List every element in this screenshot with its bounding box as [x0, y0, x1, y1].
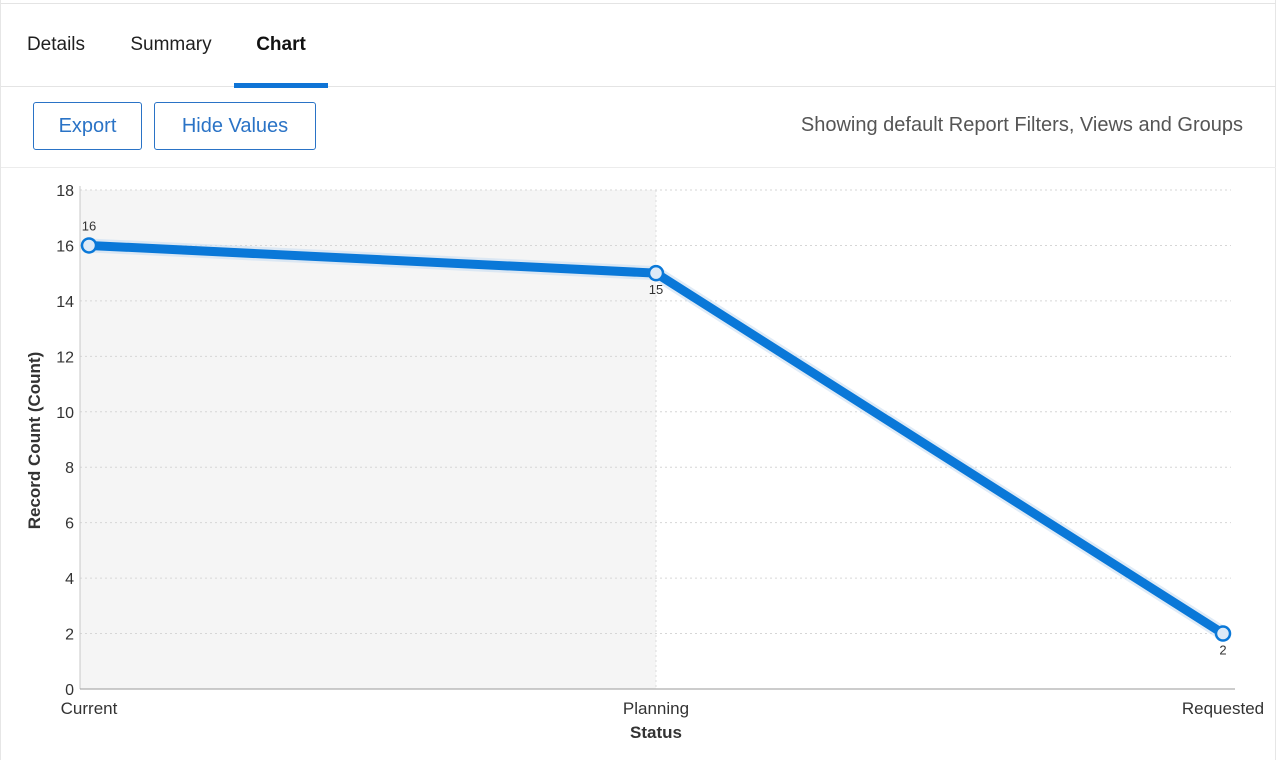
tab-bar: Details Summary Chart	[1, 4, 1276, 88]
y-tick-label: 8	[65, 460, 74, 477]
tab-details[interactable]: Details	[19, 4, 93, 86]
tab-chart[interactable]: Chart	[234, 4, 328, 86]
y-tick-label: 16	[56, 238, 74, 255]
y-tick-label: 4	[65, 571, 74, 588]
hide-values-button[interactable]: Hide Values	[154, 102, 316, 150]
x-axis-title: Status	[630, 723, 682, 742]
chart-area: 0 2 4 6 8 10 12 14 16 18 Current Planning Requested S…	[1, 168, 1276, 760]
report-panel: Details Summary Chart Export Hide Values…	[0, 0, 1276, 760]
y-tick-label: 6	[65, 516, 74, 533]
y-axis-title: Record Count (Count)	[25, 352, 44, 530]
data-point[interactable]	[647, 264, 665, 282]
data-label: 2	[1219, 643, 1226, 658]
data-point[interactable]	[1214, 625, 1232, 642]
x-tick-label: Requested	[1182, 699, 1264, 718]
filter-status-text: Showing default Report Filters, Views an…	[800, 114, 1243, 136]
y-tick-label: 18	[56, 183, 74, 200]
y-tick-label: 14	[56, 294, 74, 311]
x-tick-label: Planning	[623, 699, 689, 718]
tab-summary[interactable]: Summary	[123, 4, 219, 86]
y-tick-label: 12	[56, 349, 74, 366]
toolbar: Export Hide Values Showing default Repor…	[1, 88, 1276, 168]
data-label: 15	[649, 282, 663, 297]
export-button[interactable]: Export	[33, 102, 142, 150]
y-tick-label: 0	[65, 682, 74, 699]
data-point[interactable]	[80, 237, 98, 254]
x-tick-label: Current	[61, 699, 118, 718]
line-chart: 0 2 4 6 8 10 12 14 16 18 Current Planning Requested S…	[25, 183, 1264, 742]
data-label: 16	[82, 218, 96, 233]
y-tick-label: 2	[65, 627, 74, 644]
y-tick-label: 10	[56, 405, 74, 422]
